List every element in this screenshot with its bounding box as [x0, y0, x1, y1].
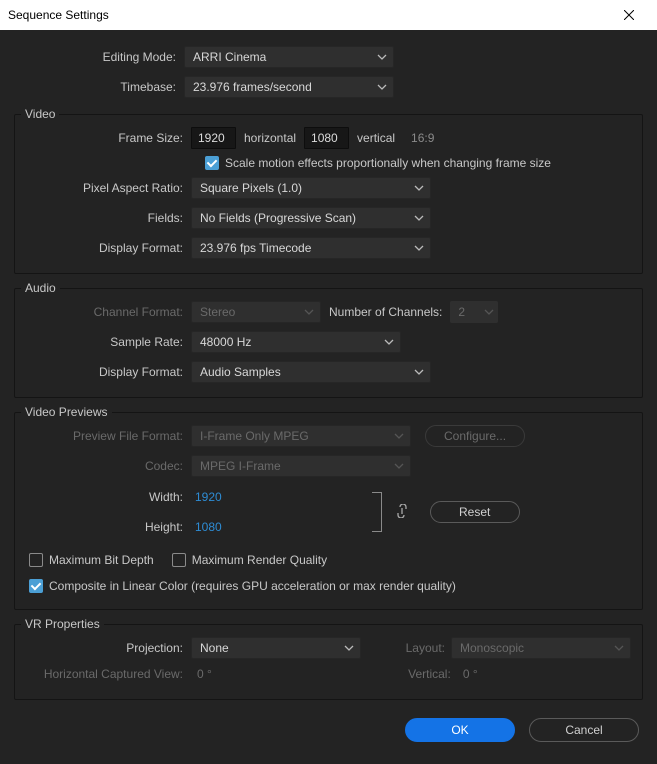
- max-bit-depth-label: Maximum Bit Depth: [49, 553, 154, 567]
- chevron-down-icon: [414, 213, 424, 223]
- frame-height-input[interactable]: 1080: [304, 127, 349, 149]
- titlebar: Sequence Settings: [0, 0, 657, 30]
- sample-rate-label: Sample Rate:: [21, 335, 191, 349]
- audio-display-format-select[interactable]: Audio Samples: [191, 361, 431, 383]
- sample-rate-value: 48000 Hz: [200, 335, 251, 349]
- audio-group: Audio Channel Format: Stereo Number of C…: [14, 288, 643, 398]
- chevron-down-icon: [304, 307, 314, 317]
- video-previews-group: Video Previews Preview File Format: I-Fr…: [14, 412, 643, 610]
- sample-rate-select[interactable]: 48000 Hz: [191, 331, 401, 353]
- fields-label: Fields:: [21, 211, 191, 225]
- chevron-down-icon: [394, 461, 404, 471]
- close-icon: [624, 7, 634, 23]
- hcv-label: Horizontal Captured View:: [21, 667, 191, 681]
- preview-file-format-value: I-Frame Only MPEG: [200, 429, 309, 443]
- reset-button[interactable]: Reset: [430, 501, 520, 523]
- link-icon[interactable]: [396, 504, 408, 521]
- timebase-select[interactable]: 23.976 frames/second: [184, 76, 394, 98]
- video-group-title: Video: [21, 107, 59, 121]
- chevron-down-icon: [384, 337, 394, 347]
- chevron-down-icon: [394, 431, 404, 441]
- vr-vertical-label: Vertical:: [407, 667, 457, 681]
- layout-select: Monoscopic: [451, 637, 631, 659]
- layout-value: Monoscopic: [460, 641, 524, 655]
- scale-motion-checkbox[interactable]: [205, 156, 219, 170]
- dialog-footer: OK Cancel: [0, 700, 657, 764]
- chevron-down-icon: [344, 643, 354, 653]
- timebase-value: 23.976 frames/second: [193, 80, 312, 94]
- ok-button[interactable]: OK: [405, 718, 515, 742]
- chevron-down-icon: [614, 643, 624, 653]
- par-select[interactable]: Square Pixels (1.0): [191, 177, 431, 199]
- editing-mode-value: ARRI Cinema: [193, 50, 266, 64]
- chevron-down-icon: [414, 183, 424, 193]
- num-channels-label: Number of Channels:: [329, 305, 442, 319]
- composite-linear-label: Composite in Linear Color (requires GPU …: [49, 579, 456, 593]
- channel-format-value: Stereo: [200, 305, 235, 319]
- chevron-down-icon: [414, 367, 424, 377]
- max-render-quality-label: Maximum Render Quality: [192, 553, 327, 567]
- video-display-format-value: 23.976 fps Timecode: [200, 241, 311, 255]
- frame-width-input[interactable]: 1920: [191, 127, 236, 149]
- projection-select[interactable]: None: [191, 637, 361, 659]
- audio-group-title: Audio: [21, 281, 60, 295]
- codec-select: MPEG I-Frame: [191, 455, 411, 477]
- preview-file-format-label: Preview File Format:: [21, 429, 191, 443]
- audio-display-format-value: Audio Samples: [200, 365, 281, 379]
- chevron-down-icon: [377, 52, 387, 62]
- projection-value: None: [200, 641, 229, 655]
- vr-group: VR Properties Projection: None Layout: M…: [14, 624, 643, 700]
- sequence-settings-dialog: Sequence Settings Editing Mode: ARRI Cin…: [0, 0, 657, 753]
- timebase-label: Timebase:: [14, 80, 184, 94]
- editing-mode-select[interactable]: ARRI Cinema: [184, 46, 394, 68]
- vr-vertical-value: 0 °: [463, 667, 478, 681]
- preview-width-value[interactable]: 1920: [191, 488, 226, 506]
- par-label: Pixel Aspect Ratio:: [21, 181, 191, 195]
- video-display-format-select[interactable]: 23.976 fps Timecode: [191, 237, 431, 259]
- par-value: Square Pixels (1.0): [200, 181, 302, 195]
- chevron-down-icon: [484, 307, 494, 317]
- horizontal-label: horizontal: [244, 131, 296, 145]
- max-bit-depth-checkbox[interactable]: [29, 553, 43, 567]
- channel-format-select: Stereo: [191, 301, 321, 323]
- frame-size-label: Frame Size:: [21, 131, 191, 145]
- codec-value: MPEG I-Frame: [200, 459, 281, 473]
- aspect-ratio-text: 16:9: [411, 131, 434, 145]
- chevron-down-icon: [414, 243, 424, 253]
- close-button[interactable]: [609, 0, 649, 30]
- hcv-value: 0 °: [197, 667, 212, 681]
- preview-height-value[interactable]: 1080: [191, 518, 226, 536]
- preview-height-label: Height:: [21, 520, 191, 534]
- projection-label: Projection:: [21, 641, 191, 655]
- editing-mode-label: Editing Mode:: [14, 50, 184, 64]
- scale-motion-label: Scale motion effects proportionally when…: [225, 156, 551, 170]
- layout-label: Layout:: [401, 641, 451, 655]
- fields-value: No Fields (Progressive Scan): [200, 211, 356, 225]
- num-channels-select: 2: [450, 301, 498, 323]
- codec-label: Codec:: [21, 459, 191, 473]
- video-display-format-label: Display Format:: [21, 241, 191, 255]
- chevron-down-icon: [377, 82, 387, 92]
- audio-display-format-label: Display Format:: [21, 365, 191, 379]
- max-render-quality-checkbox[interactable]: [172, 553, 186, 567]
- composite-linear-checkbox[interactable]: [29, 579, 43, 593]
- cancel-button[interactable]: Cancel: [529, 718, 639, 742]
- preview-width-label: Width:: [21, 490, 191, 504]
- num-channels-value: 2: [458, 305, 465, 319]
- vertical-label: vertical: [357, 131, 395, 145]
- channel-format-label: Channel Format:: [21, 305, 191, 319]
- vr-group-title: VR Properties: [21, 617, 104, 631]
- dialog-title: Sequence Settings: [8, 8, 109, 22]
- video-group: Video Frame Size: 1920 horizontal 1080 v…: [14, 114, 643, 274]
- preview-file-format-select: I-Frame Only MPEG: [191, 425, 411, 447]
- link-bracket-icon: [372, 492, 382, 532]
- configure-button: Configure...: [425, 425, 525, 447]
- fields-select[interactable]: No Fields (Progressive Scan): [191, 207, 431, 229]
- video-previews-title: Video Previews: [21, 405, 112, 419]
